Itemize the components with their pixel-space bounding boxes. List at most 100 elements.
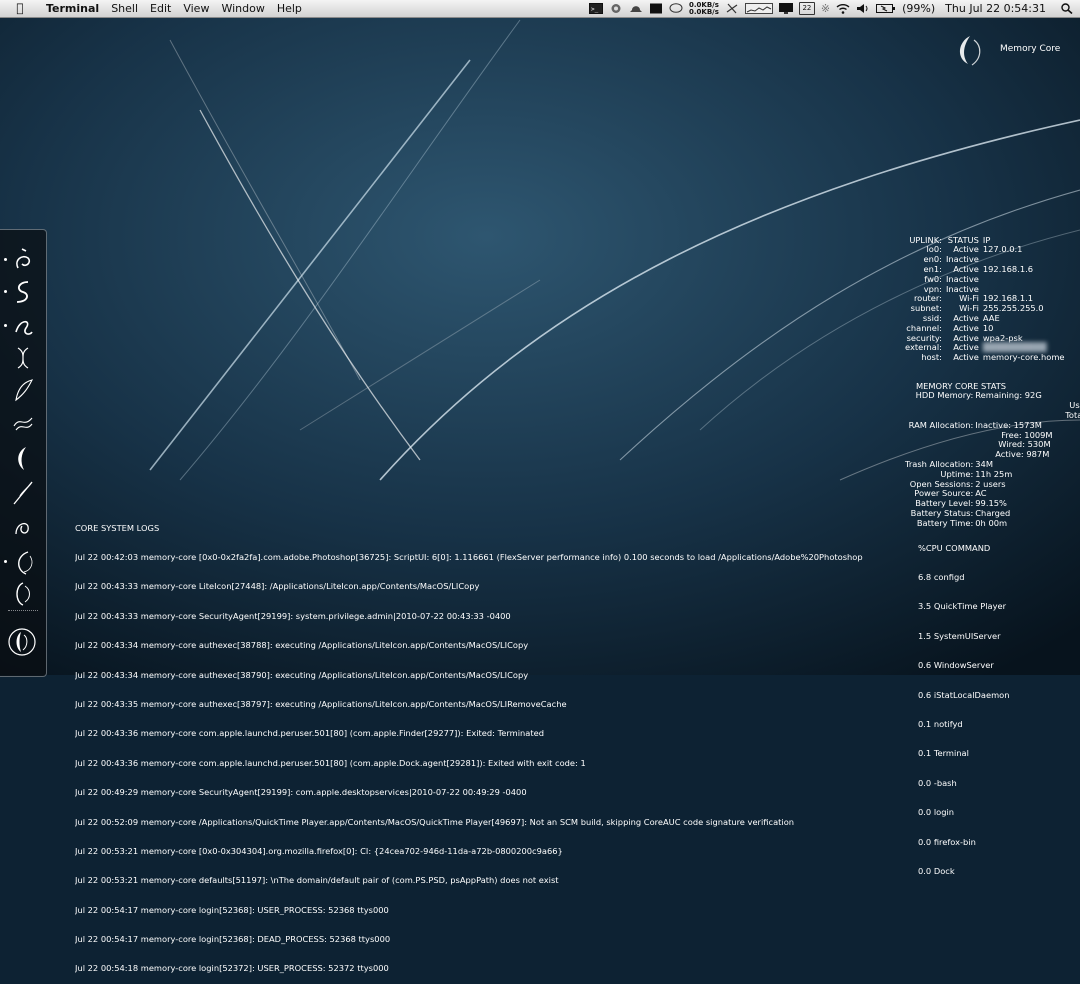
cpu-row: 0.1 Terminal	[918, 748, 969, 759]
log-line: Jul 22 00:54:17 memory-core login[52368]…	[75, 905, 389, 915]
helix-app-icon	[17, 347, 29, 369]
dock-separator	[8, 610, 38, 615]
system-logs-panel: CORE SYSTEM LOGS Jul 22 00:42:03 memory-…	[75, 504, 881, 984]
cpu-row: 3.5 QuickTime Player	[918, 601, 1007, 612]
log-line: Jul 22 00:43:36 memory-core com.apple.la…	[75, 758, 586, 768]
menu-view[interactable]: View	[177, 0, 215, 17]
cpu-row: 6.8 configd	[918, 571, 965, 582]
logs-title: CORE SYSTEM LOGS	[75, 523, 160, 533]
memory-core-trash-icon	[8, 628, 36, 656]
uplink-ip: 192.168.1.6	[982, 263, 1034, 274]
dock-app-6[interactable]	[0, 406, 46, 438]
stats-key	[904, 401, 974, 411]
memory-core-title: Memory Core	[1000, 44, 1061, 54]
battery-icon[interactable]	[876, 3, 896, 14]
curl-app-icon	[15, 523, 29, 535]
stats-key	[904, 431, 974, 441]
graph-icon[interactable]	[744, 3, 773, 14]
crescent-app-icon	[18, 447, 26, 470]
running-indicator	[4, 324, 7, 327]
log-line: Jul 22 00:43:33 memory-core SecurityAgen…	[75, 611, 511, 621]
wave-app-icon	[13, 417, 33, 431]
uplink-ip: 127.0.0.1	[982, 244, 1023, 255]
fan-icon[interactable]	[725, 3, 739, 14]
battery-percent[interactable]: (99%)	[902, 0, 935, 17]
dashboard-icon[interactable]	[609, 3, 623, 14]
arc-app-icon	[18, 551, 33, 575]
running-indicator	[4, 290, 7, 293]
screen-icon[interactable]	[778, 3, 793, 14]
log-line: Jul 22 00:49:29 memory-core SecurityAgen…	[75, 788, 527, 798]
log-line: Jul 22 00:43:34 memory-core authexec[387…	[75, 641, 529, 651]
log-line: Jul 22 00:43:35 memory-core authexec[387…	[75, 699, 567, 709]
display-icon[interactable]	[649, 3, 663, 14]
calendar-icon[interactable]: 22	[798, 2, 815, 15]
stats-row: Wired: 530M	[904, 440, 1080, 450]
cpu-row: 0.0 login	[918, 807, 955, 818]
spotlight-icon[interactable]	[1060, 3, 1074, 14]
terminal-icon[interactable]: >_	[589, 3, 604, 14]
cpu-row: 1.5 SystemUIServer	[918, 630, 1001, 641]
cpu-row: 0.0 -bash	[918, 777, 957, 788]
cpu-row: 0.1 notifyd	[918, 718, 963, 729]
swirl-app-icon	[16, 248, 31, 269]
speech-bubble-icon[interactable]	[669, 3, 683, 14]
wifi-icon[interactable]	[836, 3, 850, 14]
trash-icon[interactable]	[0, 626, 46, 658]
menu-shell[interactable]: Shell	[105, 0, 144, 17]
menu-edit[interactable]: Edit	[144, 0, 177, 17]
uplink-panel: UPLINK: STATUS IP lo0: Active 127.0.0.1 en…	[903, 216, 1067, 373]
dock-app-7[interactable]	[0, 442, 46, 474]
bluetooth-icon[interactable]: ※	[821, 0, 830, 17]
stats-value: 2 users	[975, 478, 1006, 489]
ring-app-icon	[16, 582, 30, 606]
menu-window[interactable]: Window	[215, 0, 270, 17]
stats-row: Used: 56G	[904, 400, 1080, 411]
cpu-row: 0.6 iStatLocalDaemon	[918, 689, 1010, 700]
running-indicator	[4, 258, 7, 261]
net-down: 0.0KB/s	[689, 7, 719, 16]
hat-icon[interactable]	[629, 3, 643, 14]
volume-icon[interactable]	[856, 3, 870, 14]
dock-app-8[interactable]	[0, 476, 46, 508]
stats-row: RAM Allocation: Inactive: 1573M	[904, 420, 1080, 431]
uplink-ip	[981, 275, 1067, 285]
svg-text:>_: >_	[591, 6, 599, 13]
dock-app-10[interactable]	[0, 546, 46, 578]
menu-bar:  Terminal Shell Edit View Window Help >…	[0, 0, 1080, 18]
stats-value: Remaining: 92G	[975, 390, 1042, 401]
loop-app-icon	[15, 320, 33, 335]
log-line: Jul 22 00:54:18 memory-core login[52372]…	[75, 964, 389, 974]
apple-icon: 	[16, 1, 23, 15]
menubar-clock[interactable]: Thu Jul 22 0:54:31	[945, 0, 1046, 17]
dock-app-11[interactable]	[0, 578, 46, 610]
cpu-row: 0.6 WindowServer	[918, 660, 994, 671]
cpu-row: 0.0 Dock	[918, 865, 955, 876]
stats-key: HDD Memory:	[915, 390, 974, 401]
log-line: Jul 22 00:43:33 memory-core LiteIcon[274…	[75, 582, 480, 592]
stats-row: HDD Memory: Remaining: 92G	[904, 391, 1080, 401]
network-speed[interactable]: 0.0KB/s 0.0KB/s	[689, 1, 719, 16]
apple-menu[interactable]: 	[0, 0, 40, 17]
running-indicator	[4, 560, 7, 563]
log-line: Jul 22 00:54:17 memory-core login[52368]…	[75, 935, 391, 945]
dock-app-2[interactable]	[0, 276, 46, 308]
cpu-header: %CPU COMMAND	[918, 542, 991, 553]
dock-app-5[interactable]	[0, 374, 46, 406]
cpu-panel: %CPU COMMAND 6.8 configd 3.5 QuickTime P…	[918, 524, 1010, 886]
menu-help[interactable]: Help	[271, 0, 308, 17]
memory-core-stats: MEMORY CORE STATS HDD Memory: Remaining: …	[904, 362, 1080, 538]
dock-app-4[interactable]	[0, 342, 46, 374]
log-line: Jul 22 00:53:21 memory-core [0x0-0x30430…	[75, 846, 563, 856]
quill-app-icon	[13, 481, 33, 505]
dock-app-3[interactable]	[0, 310, 46, 342]
log-line: Jul 22 00:53:21 memory-core defaults[511…	[75, 876, 559, 886]
stats-row: Free: 1009M	[904, 430, 1080, 441]
log-line: Jul 22 00:52:09 memory-core /Application…	[75, 817, 795, 827]
log-line: Jul 22 00:42:03 memory-core [0x0-0x2fa2f…	[75, 552, 863, 562]
dock-app-9[interactable]	[0, 510, 46, 542]
dock-app-1[interactable]	[0, 244, 46, 276]
log-line: Jul 22 00:43:34 memory-core authexec[387…	[75, 670, 529, 680]
log-line: Jul 22 00:43:36 memory-core com.apple.la…	[75, 729, 544, 739]
menu-terminal[interactable]: Terminal	[40, 0, 105, 17]
